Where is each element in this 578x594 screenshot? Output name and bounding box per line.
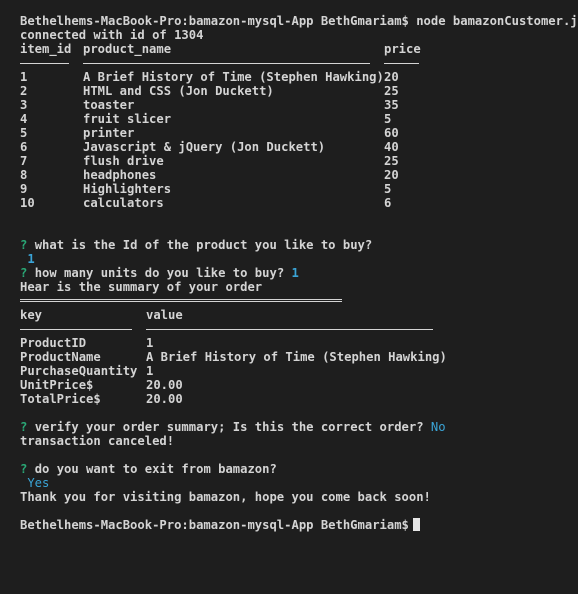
table-row: 9 Highlighters 5 xyxy=(20,182,578,196)
terminal-window[interactable]: Bethelhems-MacBook-Pro:bamazon-mysql-App… xyxy=(0,0,578,594)
question-text: verify your order summary; Is this the c… xyxy=(34,420,424,434)
question-text: how many units do you like to buy? xyxy=(34,266,285,280)
table-row: 7 flush drive 25 xyxy=(20,154,578,168)
text-cursor xyxy=(412,518,420,531)
question-verify-order: ? verify your order summary; Is this the… xyxy=(20,420,578,434)
row-name: flush drive xyxy=(83,154,164,168)
summary-row: UnitPrice$ 20.00 xyxy=(20,378,578,392)
row-name: printer xyxy=(83,126,135,140)
command-line: Bethelhems-MacBook-Pro:bamazon-mysql-App… xyxy=(20,14,578,28)
question-units: ? how many units do you like to buy? 1 xyxy=(20,266,578,280)
question-text: what is the Id of the product you like t… xyxy=(34,238,373,252)
summary-table-divider xyxy=(20,322,578,336)
question-mark: ? xyxy=(20,420,28,434)
divider-dash xyxy=(146,329,433,330)
cancel-message: transaction canceled! xyxy=(20,434,175,448)
summary-table-header: key value xyxy=(20,308,578,322)
summary-key: TotalPrice$ xyxy=(20,392,101,406)
row-id: 3 xyxy=(20,98,28,112)
products-table-divider xyxy=(20,56,578,70)
summary-key: ProductName xyxy=(20,350,101,364)
table-row: 5 printer 60 xyxy=(20,126,578,140)
answer-value: Yes xyxy=(27,476,50,490)
summary-row: TotalPrice$ 20.00 xyxy=(20,392,578,406)
row-name: Javascript & jQuery (Jon Duckett) xyxy=(83,140,326,154)
row-price: 5 xyxy=(384,112,392,126)
row-id: 2 xyxy=(20,84,28,98)
table-row: 6 Javascript & jQuery (Jon Duckett) 40 xyxy=(20,140,578,154)
table-row: 4 fruit slicer 5 xyxy=(20,112,578,126)
connection-message: connected with id of 1304 xyxy=(20,28,204,42)
table-row: 8 headphones 20 xyxy=(20,168,578,182)
header-key: key xyxy=(20,308,43,322)
row-name: calculators xyxy=(83,196,164,210)
goodbye-message: Thank you for visiting bamazon, hope you… xyxy=(20,490,431,504)
summary-value: 20.00 xyxy=(146,392,183,406)
row-name: Highlighters xyxy=(83,182,172,196)
summary-top-rule xyxy=(20,294,578,308)
summary-key: UnitPrice$ xyxy=(20,378,94,392)
divider-dash xyxy=(20,329,132,330)
row-name: fruit slicer xyxy=(83,112,172,126)
products-table-header: item_id product_name price xyxy=(20,42,578,56)
row-id: 8 xyxy=(20,168,28,182)
divider-dash xyxy=(20,63,69,64)
question-mark: ? xyxy=(20,238,28,252)
row-id: 6 xyxy=(20,140,28,154)
table-row: 1 A Brief History of Time (Stephen Hawkin… xyxy=(20,70,578,84)
divider-dash xyxy=(384,63,419,64)
table-row: 2 HTML and CSS (Jon Duckett) 25 xyxy=(20,84,578,98)
answer-value: No xyxy=(430,420,446,434)
double-rule xyxy=(20,299,342,302)
row-price: 25 xyxy=(384,154,399,168)
question-product-id: ? what is the Id of the product you like… xyxy=(20,238,578,252)
summary-row: ProductName A Brief History of Time (Step… xyxy=(20,350,578,364)
table-row: 10 calculators 6 xyxy=(20,196,578,210)
row-price: 20 xyxy=(384,70,399,84)
row-name: headphones xyxy=(83,168,157,182)
summary-row: PurchaseQuantity 1 xyxy=(20,364,578,378)
question-mark: ? xyxy=(20,462,28,476)
summary-value: A Brief History of Time (Stephen Hawking… xyxy=(146,350,447,364)
row-price: 6 xyxy=(384,196,392,210)
question-text: do you want to exit from bamazon? xyxy=(34,462,277,476)
summary-row: ProductID 1 xyxy=(20,336,578,350)
answer-product-id: 1 xyxy=(20,252,578,266)
summary-value: 1 xyxy=(146,336,154,350)
row-price: 20 xyxy=(384,168,399,182)
shell-prompt[interactable]: Bethelhems-MacBook-Pro:bamazon-mysql-App… xyxy=(20,518,578,532)
question-exit: ? do you want to exit from bamazon? xyxy=(20,462,578,476)
summary-value: 1 xyxy=(146,364,154,378)
row-id: 9 xyxy=(20,182,28,196)
row-name: HTML and CSS (Jon Duckett) xyxy=(83,84,274,98)
header-item-id: item_id xyxy=(20,42,72,56)
question-mark: ? xyxy=(20,266,28,280)
table-row: 3 toaster 35 xyxy=(20,98,578,112)
row-name: toaster xyxy=(83,98,135,112)
answer-exit: Yes xyxy=(20,476,578,490)
prompt-text: Bethelhems-MacBook-Pro:bamazon-mysql-App… xyxy=(20,518,409,532)
summary-key: PurchaseQuantity xyxy=(20,364,138,378)
divider-dash xyxy=(83,63,370,64)
answer-value: 1 xyxy=(291,266,299,280)
row-price: 25 xyxy=(384,84,399,98)
row-price: 35 xyxy=(384,98,399,112)
row-id: 10 xyxy=(20,196,35,210)
row-price: 5 xyxy=(384,182,392,196)
row-id: 1 xyxy=(20,70,28,84)
row-name: A Brief History of Time (Stephen Hawking… xyxy=(83,70,384,84)
summary-value: 20.00 xyxy=(146,378,183,392)
row-id: 5 xyxy=(20,126,28,140)
header-product-name: product_name xyxy=(83,42,172,56)
row-id: 7 xyxy=(20,154,28,168)
header-value: value xyxy=(146,308,183,322)
row-price: 60 xyxy=(384,126,399,140)
row-price: 40 xyxy=(384,140,399,154)
answer-value: 1 xyxy=(27,252,35,266)
header-price: price xyxy=(384,42,421,56)
summary-key: ProductID xyxy=(20,336,87,350)
row-id: 4 xyxy=(20,112,28,126)
summary-title: Hear is the summary of your order xyxy=(20,280,263,294)
